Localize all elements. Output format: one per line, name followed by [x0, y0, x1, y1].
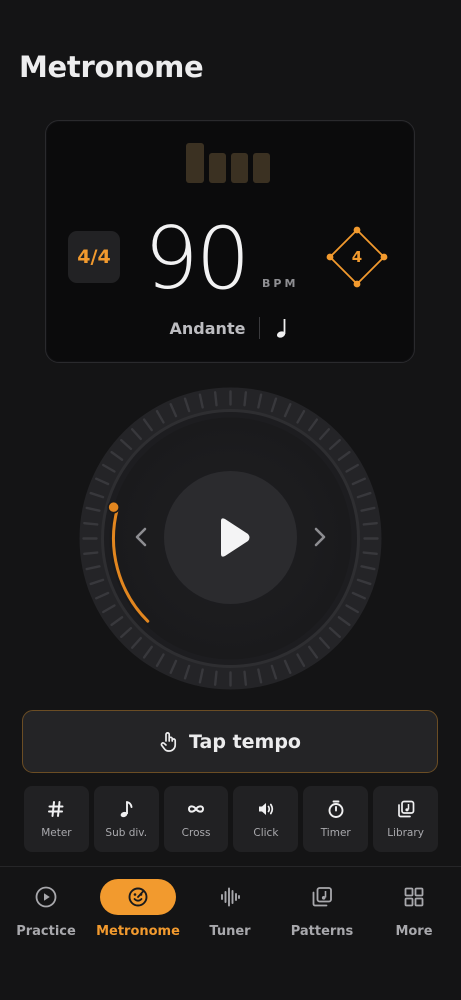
metronome-display: 4/4 90 BPM 4 Andante: [45, 120, 415, 363]
bottom-navigation: Practice Metronome Tuner Patterns More: [0, 866, 461, 1000]
accent-button[interactable]: 4: [326, 226, 388, 288]
stopwatch-icon: [328, 800, 344, 818]
tool-click[interactable]: Click: [233, 786, 299, 852]
quarter-note-icon[interactable]: [274, 317, 290, 339]
play-circle-icon: [35, 886, 57, 908]
nav-item-metronome[interactable]: Metronome: [92, 879, 184, 939]
nav-label: More: [395, 924, 433, 939]
tempo-knob[interactable]: [107, 500, 120, 514]
tap-tempo-button[interactable]: Tap tempo: [22, 710, 438, 773]
nav-label: Practice: [16, 924, 76, 939]
waveform-icon: [221, 887, 240, 907]
tool-label: Meter: [41, 827, 72, 839]
page-title: Metronome: [19, 50, 204, 84]
tool-label: Click: [253, 827, 279, 839]
tool-cross[interactable]: Cross: [163, 786, 229, 852]
accent-count: 4: [351, 248, 363, 266]
nav-item-tuner[interactable]: Tuner: [184, 879, 276, 939]
tool-label: Library: [387, 827, 424, 839]
time-signature-button[interactable]: 4/4: [68, 231, 120, 283]
tool-library[interactable]: Library: [373, 786, 438, 852]
patterns-icon: [312, 887, 332, 907]
tool-grid: Meter Sub div. Cross Click Timer Library: [24, 786, 438, 852]
beat-4: [253, 153, 270, 183]
tool-meter[interactable]: Meter: [24, 786, 89, 852]
beat-3: [231, 153, 248, 183]
tempo-row: Andante: [46, 317, 414, 339]
tempo-name: Andante: [169, 318, 246, 338]
chevron-right-icon[interactable]: [310, 525, 330, 549]
beat-indicator: [186, 143, 270, 183]
metronome-icon: [128, 887, 148, 907]
bpm-unit-label: BPM: [262, 277, 299, 290]
nav-label: Patterns: [290, 924, 354, 939]
music-library-icon: [397, 800, 414, 818]
eighth-note-icon: [120, 801, 133, 818]
hash-icon: [48, 801, 64, 817]
nav-item-more[interactable]: More: [368, 879, 460, 939]
bpm-value[interactable]: 90: [144, 209, 250, 309]
tool-timer[interactable]: Timer: [303, 786, 369, 852]
tool-label: Cross: [181, 827, 211, 839]
nav-label: Metronome: [96, 924, 180, 939]
tap-tempo-label: Tap tempo: [189, 730, 301, 753]
tool-label: Timer: [320, 827, 351, 839]
speaker-icon: [258, 803, 274, 815]
infinity-icon: [188, 805, 205, 813]
nav-label: Tuner: [209, 924, 251, 939]
chevron-left-icon[interactable]: [131, 525, 151, 549]
play-icon: [221, 518, 250, 557]
divider: [259, 317, 261, 339]
nav-item-practice[interactable]: Practice: [0, 879, 92, 939]
grid-icon: [404, 887, 424, 907]
beat-2: [209, 153, 226, 183]
tool-label: Sub div.: [105, 827, 148, 839]
hand-tap-icon: [160, 731, 177, 752]
play-button[interactable]: [164, 471, 297, 604]
beat-1: [186, 143, 204, 183]
nav-item-patterns[interactable]: Patterns: [276, 879, 368, 939]
tool-subdivision[interactable]: Sub div.: [93, 786, 159, 852]
